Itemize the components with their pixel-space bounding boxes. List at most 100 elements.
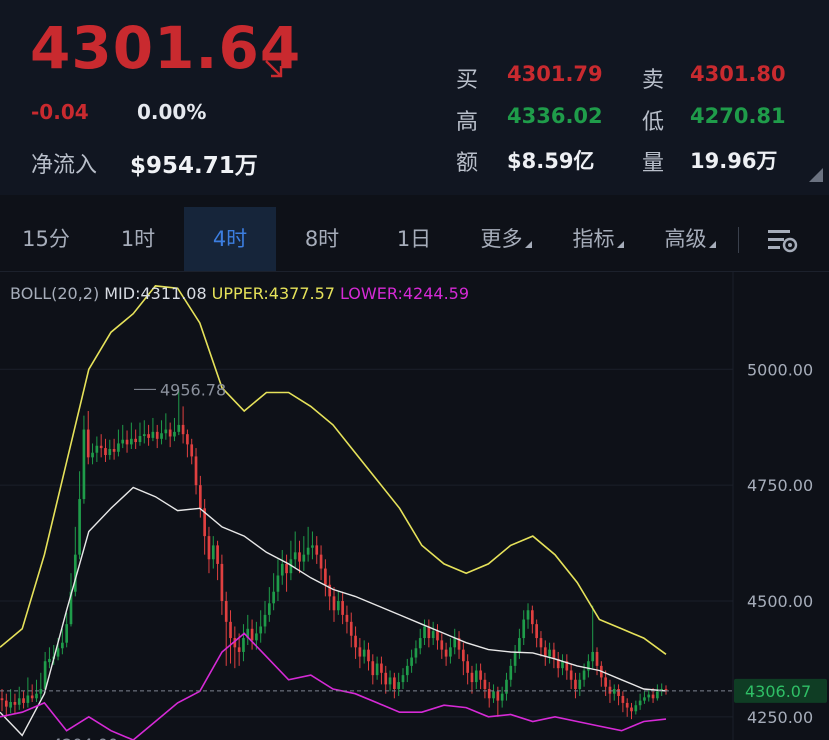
tab-1h[interactable]: 1时 (92, 207, 184, 271)
candle-body (518, 638, 521, 652)
candle-body (22, 698, 25, 703)
amount-label: 额 (456, 151, 479, 176)
candle-body (647, 694, 651, 698)
chart-settings-icon[interactable] (766, 226, 800, 254)
candle-body (388, 677, 392, 685)
candle-body (121, 439, 125, 444)
candle-body (371, 661, 375, 676)
candle-body (496, 691, 500, 701)
candle-body (332, 596, 336, 611)
candle-body (207, 536, 211, 560)
candle-body (548, 649, 551, 657)
low-value: 4270.81 (690, 104, 786, 128)
candle-body (474, 670, 478, 683)
tab-indicators[interactable]: 指标 (552, 207, 644, 271)
candle-body (229, 621, 232, 639)
candle-body (285, 563, 288, 574)
candle-body (362, 649, 366, 657)
candle-body (509, 665, 513, 680)
candle-body (311, 545, 314, 548)
candle-body (259, 626, 263, 634)
arrow-down-right-icon (265, 60, 283, 78)
candle-body (401, 675, 405, 683)
candle-body (186, 434, 189, 445)
candle-body (177, 424, 181, 432)
candle-body (354, 635, 357, 648)
tab-15m[interactable]: 15分 (0, 207, 92, 271)
candle-body (380, 663, 383, 673)
tab-8h[interactable]: 8时 (276, 207, 368, 271)
candle-body (99, 445, 103, 449)
candle-body (147, 434, 150, 438)
bid-value: 4301.79 (507, 62, 603, 86)
candle-body (405, 665, 409, 676)
candle-body (522, 619, 526, 639)
candle-body (630, 707, 633, 712)
price-tick: 5000.00 (747, 360, 813, 379)
candle-body (104, 448, 107, 456)
candle-body (276, 575, 280, 592)
candle-body (358, 647, 362, 657)
candle-body (319, 554, 323, 569)
candle-body (440, 640, 444, 650)
candle-body (526, 610, 530, 620)
candle-body (61, 642, 64, 649)
boll-lower-line (0, 632, 667, 740)
tab-4h[interactable]: 4时 (184, 207, 276, 271)
price-change-percent: 0.00% (137, 100, 207, 124)
candle-body (444, 649, 448, 657)
price-change: -0.04 (31, 100, 89, 124)
candle-body (470, 672, 474, 683)
ask-value: 4301.80 (690, 62, 786, 86)
candle-body (216, 545, 219, 564)
boll-mid-line (0, 486, 667, 737)
candle-body (267, 603, 271, 615)
candle-body (336, 600, 340, 611)
candle-body (125, 439, 129, 445)
candle-body (375, 663, 379, 676)
candle-body (17, 698, 21, 705)
candle-body (134, 438, 137, 443)
candle-body (302, 554, 306, 562)
candle-body (26, 695, 30, 703)
boll-lower-value: 4244.59 (402, 284, 470, 303)
candle-body (263, 614, 267, 627)
candle-body (173, 431, 176, 437)
expand-arrow-icon[interactable] (809, 168, 823, 182)
candle-body (86, 429, 90, 458)
candle-body (82, 429, 86, 500)
candle-body (418, 638, 422, 649)
tab-advanced[interactable]: 高级 (644, 207, 736, 271)
candle-body (237, 647, 241, 652)
boll-indicator-legend: BOLL(20,2) MID:4311.08 UPPER:4377.57 LOWER:… (10, 284, 474, 303)
candle-body (224, 600, 228, 622)
chart-grid (0, 272, 734, 740)
candle-body (604, 677, 607, 687)
candle-body (78, 499, 81, 555)
candle-body (535, 624, 538, 639)
price-tick: 4500.00 (747, 592, 813, 611)
candle-body (65, 624, 69, 643)
candle-body (617, 689, 620, 696)
kline-chart[interactable]: 4956.78 4204.00 5000.00 4750.00 4500.00 4250… (0, 272, 829, 740)
candle-body (315, 545, 319, 555)
price-tick: 4250.00 (747, 708, 813, 727)
candle-body (543, 647, 547, 657)
price-axis: 5000.00 4750.00 4500.00 4250.00 4306.07 (734, 360, 827, 727)
candle-body (431, 631, 435, 639)
candle-body (492, 691, 495, 699)
candle-body (500, 693, 504, 701)
candle-body (513, 651, 517, 666)
candle-body (643, 697, 646, 701)
candle-body (194, 456, 198, 486)
tab-more[interactable]: 更多 (460, 207, 552, 271)
dropdown-corner-icon (616, 241, 624, 248)
candle-body (367, 649, 370, 662)
boll-name: BOLL(20,2) (10, 284, 100, 303)
candle-body (638, 700, 642, 706)
boll-upper-value: 4377.57 (268, 284, 335, 303)
tab-1d[interactable]: 1日 (368, 207, 460, 271)
candles (0, 389, 668, 720)
volume-value: 19.96万 (690, 149, 778, 173)
net-flow-label: 净流入 (31, 153, 98, 178)
